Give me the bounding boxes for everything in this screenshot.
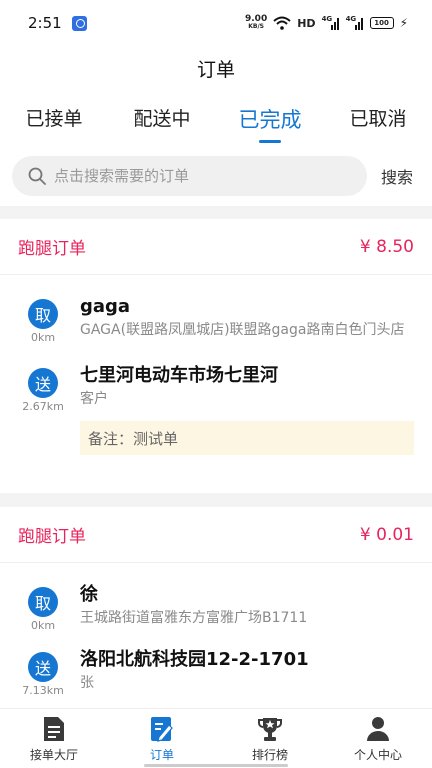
order-card[interactable]: 跑腿订单 ¥ 8.50 取 0km gaga GAGA(联盟路凤凰城店)联盟路g… — [0, 219, 432, 493]
tab-completed[interactable]: 已完成 — [216, 90, 324, 146]
dropoff-address: 张 — [80, 675, 94, 691]
search-button[interactable]: 搜索 — [381, 164, 413, 188]
hd-indicator: HD — [297, 16, 316, 30]
dropoff-name: 洛阳北航科技园12-2-1701 — [80, 649, 309, 670]
tab-label: 已取消 — [349, 108, 407, 130]
status-bar: 2:51 9.00 KB/S HD 4G 4G 100 ⚡ — [0, 0, 432, 46]
search-icon — [28, 167, 46, 185]
tab-delivering[interactable]: 配送中 — [108, 90, 216, 146]
document-icon — [44, 717, 64, 741]
pickup-badge: 取 — [28, 299, 58, 329]
nav-label: 订单 — [149, 748, 174, 762]
trophy-icon — [258, 718, 282, 741]
net-speed-value: 9.00 — [245, 14, 268, 24]
dropoff-stop: 送 7.13km 洛阳北航科技园12-2-1701 张 — [0, 648, 432, 697]
pickup-stop: 取 0km 徐 王城路街道富雅东方富雅广场B1711 — [0, 583, 432, 632]
dropoff-name: 七里河电动车市场七里河 — [80, 365, 278, 386]
signal-icon: 4G — [321, 15, 340, 30]
signal-label-2: 4G — [345, 15, 357, 23]
pickup-name: 徐 — [80, 584, 98, 605]
wifi-icon — [273, 16, 291, 30]
nav-leaderboard[interactable]: 排行榜 — [216, 709, 324, 768]
tab-active-indicator — [259, 140, 281, 143]
order-remark: 备注：测试单 — [80, 421, 414, 455]
nav-label: 接单大厅 — [29, 748, 78, 762]
signal-label: 4G — [321, 15, 333, 23]
bottom-nav: 接单大厅 订单 排行榜 个人中心 — [0, 708, 432, 768]
order-price: ¥ 8.50 — [359, 236, 414, 257]
tab-label: 已接单 — [25, 108, 83, 130]
order-card[interactable]: 跑腿订单 ¥ 0.01 取 0km 徐 王城路街道富雅东方富雅广场B1711 送… — [0, 507, 432, 708]
tab-cancelled[interactable]: 已取消 — [324, 90, 432, 146]
search-input[interactable] — [54, 167, 334, 185]
charging-icon: ⚡ — [399, 16, 408, 30]
status-time: 2:51 — [28, 14, 62, 32]
status-indicators: 9.00 KB/S HD 4G 4G 100 ⚡ — [245, 15, 408, 31]
home-indicator[interactable] — [144, 764, 288, 767]
pickup-distance: 0km — [30, 619, 56, 632]
pickup-stop: 取 0km gaga GAGA(联盟路凤凰城店)联盟路gaga路南白色门头店 — [0, 295, 432, 344]
net-speed-indicator: 9.00 KB/S — [245, 15, 267, 31]
title-bar: 订单 — [0, 46, 432, 90]
tab-accepted[interactable]: 已接单 — [0, 90, 108, 146]
person-icon — [367, 717, 389, 741]
dropoff-distance: 2.67km — [22, 400, 64, 413]
order-price: ¥ 0.01 — [359, 524, 414, 545]
tab-label: 配送中 — [133, 108, 191, 130]
net-speed-unit: KB/S — [248, 23, 264, 30]
nav-profile[interactable]: 个人中心 — [324, 709, 432, 768]
app-notification-icon — [71, 15, 87, 31]
pickup-address: 王城路街道富雅东方富雅广场B1711 — [80, 610, 308, 626]
tab-label: 已完成 — [238, 108, 302, 132]
nav-label: 个人中心 — [353, 748, 402, 762]
order-edit-icon — [151, 717, 173, 742]
order-type: 跑腿订单 — [18, 239, 86, 259]
dropoff-stop: 送 2.67km 七里河电动车市场七里河 客户 备注：测试单 — [0, 364, 432, 455]
order-card-header: 跑腿订单 ¥ 0.01 — [0, 507, 432, 563]
page-title: 订单 — [196, 58, 235, 81]
nav-orders[interactable]: 订单 — [108, 709, 216, 768]
pickup-distance: 0km — [30, 331, 56, 344]
battery-icon: 100 — [369, 17, 394, 29]
dropoff-badge: 送 — [28, 652, 58, 682]
order-tabs: 已接单 配送中 已完成 已取消 — [0, 90, 432, 146]
dropoff-badge: 送 — [28, 368, 58, 398]
pickup-address: GAGA(联盟路凤凰城店)联盟路gaga路南白色门头店 — [80, 322, 405, 338]
nav-order-hall[interactable]: 接单大厅 — [0, 709, 108, 768]
signal-icon-2: 4G — [345, 15, 364, 30]
dropoff-address: 客户 — [80, 391, 108, 407]
nav-label: 排行榜 — [251, 748, 288, 762]
order-card-header: 跑腿订单 ¥ 8.50 — [0, 219, 432, 275]
dropoff-distance: 7.13km — [22, 684, 64, 697]
pickup-badge: 取 — [28, 587, 58, 617]
search-box — [12, 156, 367, 196]
search-row: 搜索 — [0, 146, 432, 206]
pickup-name: gaga — [80, 296, 131, 317]
order-type: 跑腿订单 — [18, 527, 86, 547]
